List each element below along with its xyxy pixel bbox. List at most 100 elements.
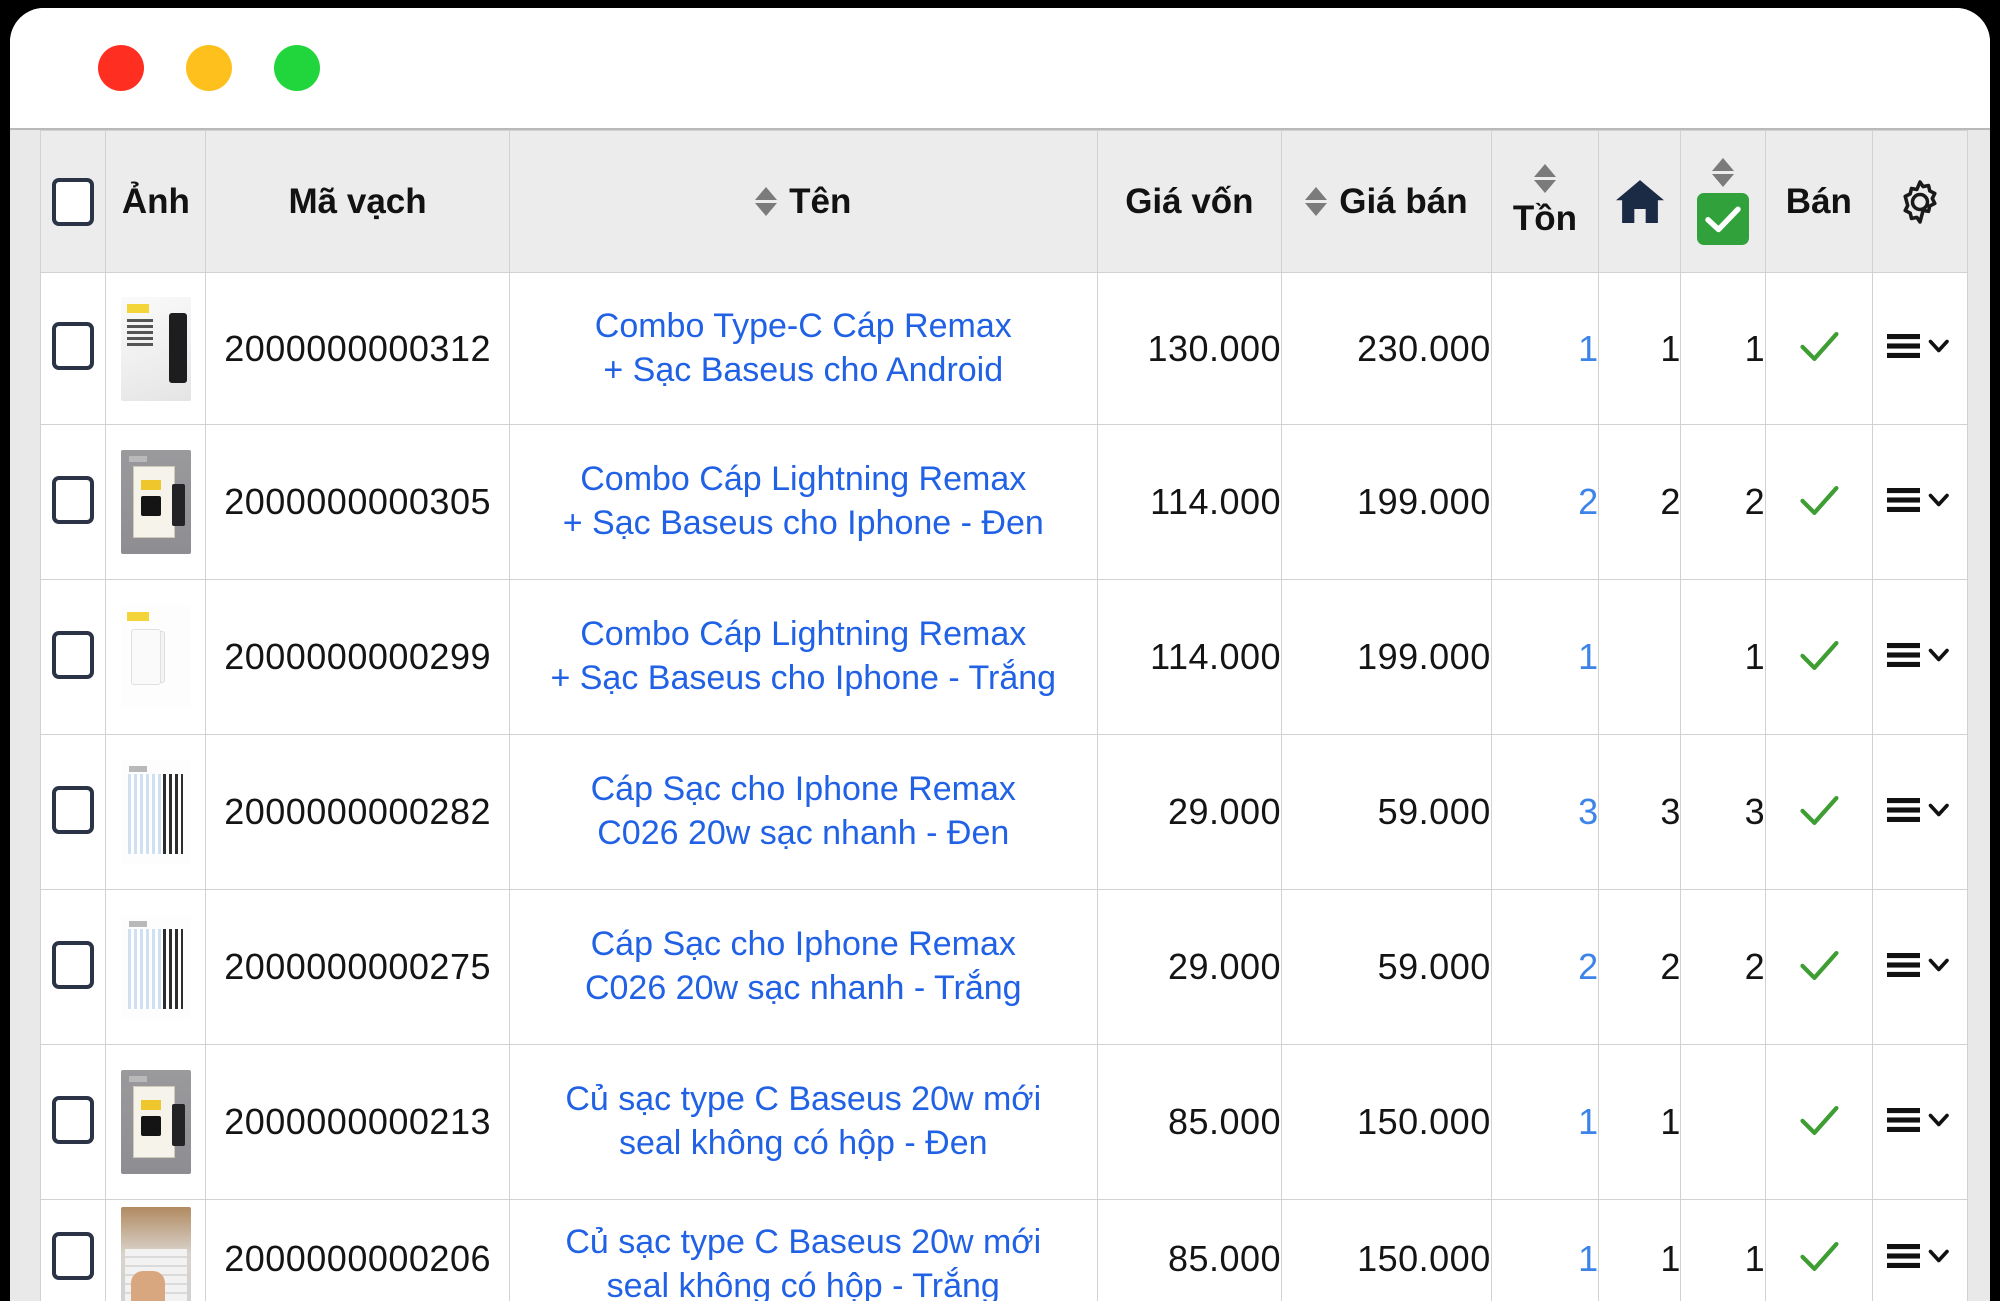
- hamburger-icon[interactable]: [1885, 1238, 1955, 1274]
- select-all-header[interactable]: [41, 131, 106, 273]
- row-barcode: 2000000000275: [206, 890, 509, 1045]
- image-header[interactable]: Ảnh: [106, 131, 206, 273]
- row-image-cell[interactable]: [106, 1200, 206, 1301]
- row-name-cell[interactable]: Củ sạc type C Baseus 20w mới seal không …: [509, 1206, 1097, 1301]
- table-row[interactable]: 2000000000305 Combo Cáp Lightning Remax …: [41, 425, 1968, 580]
- row-name-line1: Củ sạc type C Baseus 20w mới: [510, 1221, 1097, 1265]
- row-name-cell[interactable]: Combo Type-C Cáp Remax + Sạc Baseus cho …: [509, 273, 1097, 425]
- row-name-cell[interactable]: Combo Cáp Lightning Remax + Sạc Baseus c…: [509, 580, 1097, 735]
- row-actions-cell[interactable]: [1873, 273, 1968, 425]
- table-row[interactable]: 2000000000299 Combo Cáp Lightning Remax …: [41, 580, 1968, 735]
- home-stock-header[interactable]: [1599, 131, 1681, 273]
- row-actions-cell[interactable]: [1873, 1200, 1968, 1301]
- sort-arrows-icon[interactable]: [1305, 187, 1327, 216]
- row-checkbox[interactable]: [52, 631, 94, 679]
- hamburger-icon[interactable]: [1885, 792, 1955, 828]
- row-select-cell[interactable]: [41, 890, 106, 1045]
- row-sell-status[interactable]: [1765, 890, 1872, 1045]
- row-stock[interactable]: 2: [1491, 890, 1598, 1045]
- row-select-cell[interactable]: [41, 735, 106, 890]
- row-select-cell[interactable]: [41, 273, 106, 425]
- row-select-cell[interactable]: [41, 1045, 106, 1200]
- sell-price-header[interactable]: Giá bán: [1282, 131, 1492, 273]
- row-name-line1: Cáp Sạc cho Iphone Remax: [510, 768, 1097, 812]
- row-checkbox[interactable]: [52, 322, 94, 370]
- close-button[interactable]: [98, 45, 144, 91]
- row-select-cell[interactable]: [41, 580, 106, 735]
- hamburger-icon[interactable]: [1885, 637, 1955, 673]
- check-icon: [1797, 329, 1841, 363]
- minimize-button[interactable]: [186, 45, 232, 91]
- cost-price-header[interactable]: Giá vốn: [1097, 131, 1281, 273]
- row-name-cell[interactable]: Combo Cáp Lightning Remax + Sạc Baseus c…: [509, 425, 1097, 580]
- row-name-cell[interactable]: Cáp Sạc cho Iphone Remax C026 20w sạc nh…: [509, 890, 1097, 1045]
- app-window: Ảnh Mã vạch Tên Giá vốn: [10, 8, 1990, 1301]
- table-row[interactable]: 2000000000206 Củ sạc type C Baseus 20w m…: [41, 1200, 1968, 1301]
- row-sell-price: 59.000: [1282, 890, 1492, 1045]
- row-actions-cell[interactable]: [1873, 425, 1968, 580]
- row-stock[interactable]: 1: [1491, 580, 1598, 735]
- row-checkbox[interactable]: [52, 786, 94, 834]
- row-actions-cell[interactable]: [1873, 1045, 1968, 1200]
- check-icon: [1797, 948, 1841, 982]
- row-name-cell[interactable]: Củ sạc type C Baseus 20w mới seal không …: [509, 1045, 1097, 1200]
- table-row[interactable]: 2000000000275 Cáp Sạc cho Iphone Remax C…: [41, 890, 1968, 1045]
- row-stock[interactable]: 1: [1491, 1200, 1598, 1301]
- row-home-qty: 2: [1599, 890, 1681, 1045]
- maximize-button[interactable]: [274, 45, 320, 91]
- row-sell-price: 150.000: [1282, 1200, 1492, 1301]
- sell-header[interactable]: Bán: [1765, 131, 1872, 273]
- available-header[interactable]: [1681, 131, 1765, 273]
- row-checkbox[interactable]: [52, 476, 94, 524]
- row-select-cell[interactable]: [41, 425, 106, 580]
- table-row[interactable]: 2000000000213 Củ sạc type C Baseus 20w m…: [41, 1045, 1968, 1200]
- row-checkbox[interactable]: [52, 1232, 94, 1280]
- row-image-cell[interactable]: [106, 580, 206, 735]
- row-name-line2: C026 20w sạc nhanh - Đen: [510, 812, 1097, 856]
- table-row[interactable]: 2000000000282 Cáp Sạc cho Iphone Remax C…: [41, 735, 1968, 890]
- hamburger-icon[interactable]: [1885, 947, 1955, 983]
- row-sell-status[interactable]: [1765, 1045, 1872, 1200]
- row-sell-status[interactable]: [1765, 273, 1872, 425]
- row-image-cell[interactable]: [106, 1045, 206, 1200]
- table-row[interactable]: 2000000000312 Combo Type-C Cáp Remax + S…: [41, 273, 1968, 425]
- hamburger-icon[interactable]: [1885, 328, 1955, 364]
- row-sell-status[interactable]: [1765, 425, 1872, 580]
- row-actions-cell[interactable]: [1873, 580, 1968, 735]
- sort-arrows-icon[interactable]: [1534, 164, 1556, 193]
- row-image-cell[interactable]: [106, 273, 206, 425]
- row-image-cell[interactable]: [106, 425, 206, 580]
- name-header[interactable]: Tên: [509, 131, 1097, 273]
- row-sell-status[interactable]: [1765, 1200, 1872, 1301]
- row-cost-price: 130.000: [1097, 273, 1281, 425]
- sort-arrows-icon[interactable]: [755, 187, 777, 216]
- row-checkbox[interactable]: [52, 941, 94, 989]
- sort-arrows-icon[interactable]: [1712, 158, 1734, 187]
- row-select-cell[interactable]: [41, 1200, 106, 1301]
- row-stock[interactable]: 1: [1491, 1045, 1598, 1200]
- row-sell-status[interactable]: [1765, 735, 1872, 890]
- row-stock[interactable]: 3: [1491, 735, 1598, 890]
- stock-header[interactable]: Tồn: [1491, 131, 1598, 273]
- row-sell-price: 150.000: [1282, 1045, 1492, 1200]
- row-barcode: 2000000000312: [206, 273, 509, 425]
- row-cost-price: 29.000: [1097, 890, 1281, 1045]
- hamburger-icon[interactable]: [1885, 482, 1955, 518]
- gear-icon[interactable]: [1895, 177, 1945, 227]
- table-header-row: Ảnh Mã vạch Tên Giá vốn: [41, 131, 1968, 273]
- row-stock[interactable]: 2: [1491, 425, 1598, 580]
- barcode-header[interactable]: Mã vạch: [206, 131, 509, 273]
- settings-header[interactable]: [1873, 131, 1968, 273]
- row-sell-status[interactable]: [1765, 580, 1872, 735]
- select-all-checkbox[interactable]: [52, 178, 94, 226]
- row-checkbox[interactable]: [52, 1096, 94, 1144]
- hamburger-icon[interactable]: [1885, 1102, 1955, 1138]
- row-stock[interactable]: 1: [1491, 273, 1598, 425]
- row-image-cell[interactable]: [106, 735, 206, 890]
- row-name-cell[interactable]: Cáp Sạc cho Iphone Remax C026 20w sạc nh…: [509, 735, 1097, 890]
- row-actions-cell[interactable]: [1873, 735, 1968, 890]
- available-check-icon[interactable]: [1697, 193, 1749, 245]
- row-actions-cell[interactable]: [1873, 890, 1968, 1045]
- row-image-cell[interactable]: [106, 890, 206, 1045]
- row-available-qty: 1: [1681, 580, 1765, 735]
